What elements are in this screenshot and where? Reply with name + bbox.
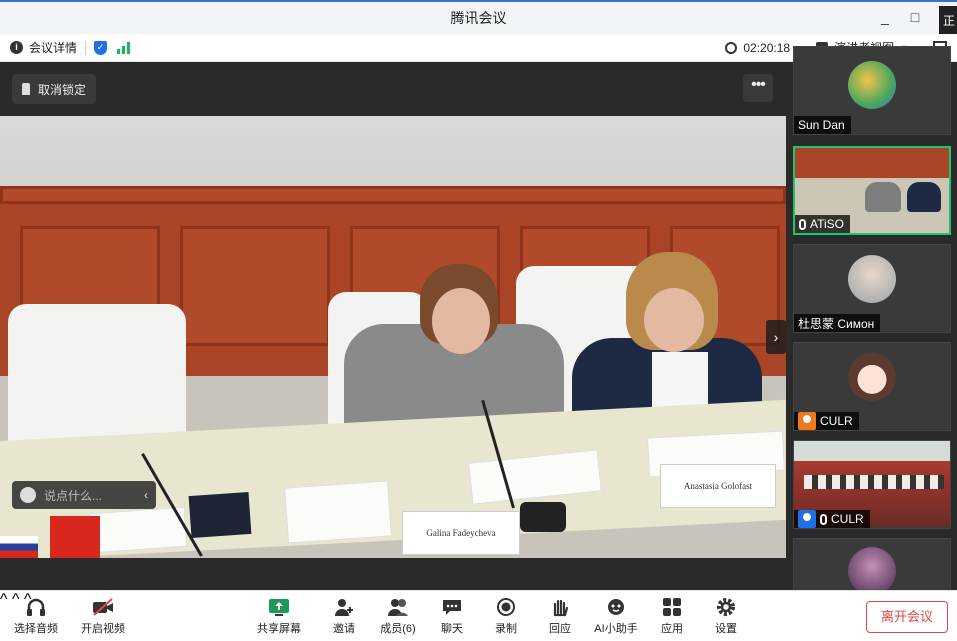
microphone-icon (820, 513, 827, 525)
participant-name: Sun Dan (798, 118, 845, 132)
meeting-info-label: 会议详情 (29, 41, 78, 55)
paper (88, 506, 188, 554)
bottom-toolbar: 选择音频 ^ 开启视频 ^ 共享屏幕 ^ 邀请 成员(6) 聊天 录制 回应 A… (0, 590, 957, 641)
title-bar: 腾讯会议 _ □ 正 (0, 0, 957, 36)
video-person (907, 182, 941, 212)
paper (284, 480, 392, 544)
divider (85, 40, 87, 55)
headphones-icon (25, 597, 47, 617)
microphone-icon (799, 218, 806, 230)
invite-button[interactable]: 邀请 (316, 597, 372, 636)
nameplate: Galina Fadeycheva (402, 511, 520, 555)
share-screen-button[interactable]: 共享屏幕 (251, 597, 307, 636)
russia-flag (0, 536, 38, 558)
participant-name: 杜思蒙 Симон (798, 316, 875, 331)
video-background (795, 148, 949, 178)
video-crowd (804, 475, 944, 489)
chat-button[interactable]: 聊天 (424, 597, 480, 636)
info-icon: i (10, 41, 23, 54)
camera-off-icon (92, 597, 114, 617)
meeting-timer: 02:20:18 (743, 40, 791, 55)
gear-icon (715, 597, 737, 617)
collapse-chat-icon[interactable]: ‹ (144, 488, 148, 502)
share-screen-icon (268, 597, 290, 617)
minimize-button[interactable]: _ (876, 8, 894, 26)
microphone-base (520, 502, 566, 532)
next-page-button[interactable]: › (766, 320, 786, 354)
clock-icon (725, 41, 738, 54)
meeting-info-button[interactable]: i 会议详情 (10, 39, 77, 56)
share-screen-label: 共享屏幕 (257, 623, 301, 635)
chat-input[interactable]: 说点什么... ‹ (12, 481, 156, 509)
record-label: 录制 (495, 623, 517, 635)
ai-assistant-label: AI小助手 (594, 623, 638, 635)
participant-name: CULR (820, 414, 853, 428)
participant-name-label: 杜思蒙 Симон (794, 314, 881, 332)
video-button[interactable]: 开启视频 (75, 597, 131, 636)
participant-name-label: Sun Dan (794, 116, 851, 134)
ai-assistant-icon (605, 597, 627, 617)
ai-assistant-button[interactable]: AI小助手 (588, 597, 644, 636)
leave-meeting-button[interactable]: 离开会议 (866, 601, 948, 633)
pin-icon (22, 83, 30, 95)
chat-label: 聊天 (441, 623, 463, 635)
apps-label: 应用 (661, 623, 683, 635)
chat-placeholder: 说点什么... (44, 488, 103, 503)
audio-button[interactable]: 选择音频 (8, 597, 64, 636)
more-options-button[interactable]: ••• (743, 74, 773, 102)
invite-icon (333, 597, 355, 617)
members-button[interactable]: 成员(6) (370, 597, 426, 636)
china-flag (50, 516, 100, 558)
participant-name-label: CULR (794, 510, 870, 528)
record-icon (495, 597, 517, 617)
notebook (188, 491, 252, 539)
user-icon (798, 412, 816, 430)
avatar (848, 255, 896, 303)
attendee-face (644, 288, 704, 352)
maximize-button[interactable]: □ (906, 8, 924, 26)
main-video-stage: 取消锁定 ••• Galina Fadeycheva Anastasia Gol… (0, 62, 789, 590)
settings-label: 设置 (715, 623, 737, 635)
participant-name: ATiSO (810, 217, 845, 231)
edge-tab: 正 (939, 6, 957, 36)
speaker-face (432, 288, 490, 354)
avatar (848, 61, 896, 109)
video-label: 开启视频 (81, 623, 125, 635)
avatar (848, 547, 896, 595)
participant-tile[interactable]: 杜思蒙 Симон (793, 244, 951, 333)
invite-label: 邀请 (333, 623, 355, 635)
emoji-icon[interactable] (20, 487, 36, 503)
apps-icon (661, 597, 683, 617)
user-icon (798, 510, 816, 528)
audio-label: 选择音频 (14, 623, 58, 635)
participant-tile[interactable]: CULR (793, 342, 951, 431)
participant-name-label: CULR (794, 412, 859, 430)
record-button[interactable]: 录制 (478, 597, 534, 636)
participant-name-label: ATiSO (795, 215, 851, 233)
audio-chevron-icon[interactable]: ^ (0, 591, 8, 608)
avatar (848, 353, 896, 401)
participant-name: CULR (831, 512, 864, 526)
chat-icon (441, 597, 463, 617)
participant-tile-active[interactable]: ATiSO (793, 146, 951, 235)
unpin-label: 取消锁定 (38, 82, 87, 97)
participant-tile[interactable]: Sun Dan (793, 46, 951, 135)
video-background (794, 441, 950, 461)
apps-button[interactable]: 应用 (644, 597, 700, 636)
nameplate: Anastasia Golofast (660, 464, 776, 508)
window-title: 腾讯会议 (450, 10, 507, 26)
video-person (865, 182, 901, 212)
react-label: 回应 (549, 623, 571, 635)
react-button[interactable]: 回应 (532, 597, 588, 636)
signal-bars-icon[interactable] (117, 41, 131, 54)
members-label: 成员(6) (380, 623, 416, 635)
participant-strip: Sun Dan ATiSO 杜思蒙 Симон CULR CULR (789, 46, 957, 627)
members-icon (387, 597, 409, 617)
hand-icon (549, 597, 571, 617)
unpin-button[interactable]: 取消锁定 (12, 74, 97, 104)
participant-tile[interactable]: CULR (793, 440, 951, 529)
shield-icon[interactable]: ✓ (94, 40, 108, 55)
settings-button[interactable]: 设置 (698, 597, 754, 636)
